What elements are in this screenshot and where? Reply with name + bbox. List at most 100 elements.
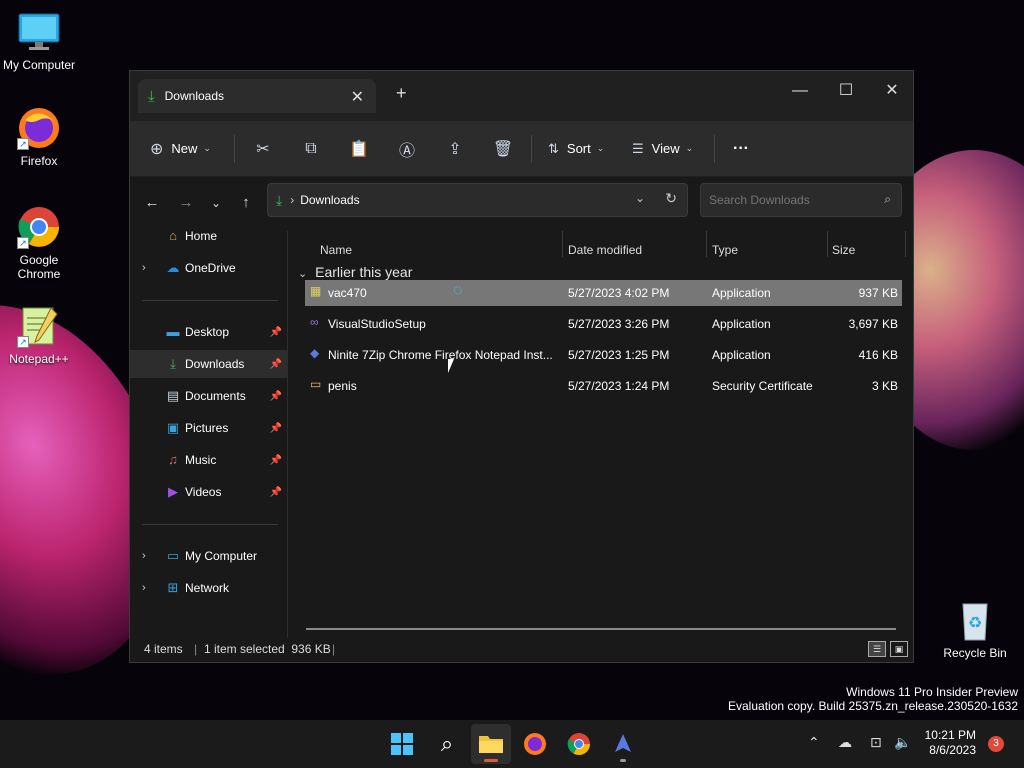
view-button[interactable]: ☰ View ⌄ [622,133,710,165]
svg-text:♻: ♻ [968,615,982,632]
view-lines-icon: ☰ [632,140,644,156]
minimize-button[interactable]: — [777,77,823,107]
volume-icon[interactable]: 🔈 [894,734,911,751]
sidebar-item-downloads[interactable]: ⤓ Downloads 📌 [130,350,288,378]
table-row[interactable]: ▭ penis 5/27/2023 1:24 PM Security Certi… [305,373,902,399]
column-divider[interactable] [905,231,906,257]
refresh-icon[interactable]: ↻ [665,190,677,207]
desktop-icon-firefox[interactable]: ↗ Firefox [1,106,77,168]
horizontal-scrollbar[interactable] [306,628,896,630]
download-icon: ⤓ [148,87,155,105]
large-icons-view-button[interactable]: ▣ [890,641,908,657]
maximize-button[interactable]: ☐ [823,77,869,107]
tab-downloads[interactable]: ⤓ Downloads ✕ [138,79,376,113]
start-button[interactable] [382,724,422,764]
forward-button[interactable]: → [174,191,198,215]
column-header-date[interactable]: Date modified [568,243,642,257]
desktop-icon: ▬ [166,324,180,339]
clipboard-icon: 📋 [349,140,369,158]
back-button[interactable]: ← [140,191,164,215]
desktop-icon-my-computer[interactable]: My Computer [1,10,77,72]
table-row[interactable]: ▦ vac470 ◌ 5/27/2023 4:02 PM Application… [305,280,902,306]
cut-button[interactable]: ✂ [239,133,287,165]
column-divider[interactable] [706,231,707,257]
group-header[interactable]: ⌄ Earlier this year [298,264,412,280]
rename-button[interactable]: Ⓐ [383,133,431,165]
sort-button[interactable]: ⇅ Sort ⌄ [536,133,622,165]
share-button[interactable]: ⇪ [431,133,479,165]
cloud-offline-icon[interactable]: ☁ [838,734,852,751]
new-tab-button[interactable]: + [396,83,407,104]
sidebar-item-pictures[interactable]: ▣ Pictures 📌 [130,414,288,442]
sidebar-item-home[interactable]: ⌂ Home [130,222,288,250]
taskbar-chrome[interactable] [559,724,599,764]
desktop-icon-notepadpp[interactable]: ↗ Notepad++ [1,304,77,366]
recycle-bin-icon: ♻ [953,598,997,642]
column-header-name[interactable]: Name [320,243,352,257]
chevron-down-icon: ⌄ [298,268,308,280]
copy-button[interactable]: ⧉ [287,133,335,165]
document-icon: ▤ [166,388,180,403]
monitor-icon: ▭ [166,548,180,563]
chevron-down-icon: ⌄ [203,143,211,153]
address-bar[interactable]: ⤓ › Downloads ⌄ ↻ [267,183,688,217]
search-icon[interactable]: ⌕ [884,192,891,207]
visual-studio-icon: ∞ [310,315,319,329]
taskbar-ninite[interactable] [603,724,643,764]
sidebar-item-network[interactable]: › ⊞ Network [130,574,288,602]
title-bar: ⤓ Downloads ✕ + — ☐ ✕ [130,71,913,121]
chevron-right-icon[interactable]: › [142,550,146,562]
table-row[interactable]: ∞ VisualStudioSetup 5/27/2023 3:26 PM Ap… [305,311,902,337]
search-input[interactable] [709,193,869,207]
new-button[interactable]: ⊕ New ⌄ [150,133,230,165]
up-button[interactable]: ↑ [234,191,258,215]
close-tab-icon[interactable]: ✕ [351,87,364,107]
chevron-right-icon[interactable]: › [142,582,146,594]
status-bar: 4 items | 1 item selected 936 KB | ☰ ▣ [130,636,913,662]
desktop-icon-google-chrome[interactable]: ↗ Google Chrome [1,205,77,281]
ninite-icon: ◆ [310,346,320,360]
search-box[interactable]: ⌕ [700,183,902,217]
pin-icon: 📌 [269,454,282,466]
search-button[interactable]: ⌕ [427,724,467,764]
details-view-button[interactable]: ☰ [868,641,886,657]
taskbar-file-explorer[interactable] [471,724,511,764]
see-more-button[interactable]: ··· [719,133,749,165]
sidebar-item-videos[interactable]: ▶ Videos 📌 [130,478,288,506]
sidebar-item-my-computer[interactable]: › ▭ My Computer [130,542,288,570]
sidebar-item-documents[interactable]: ▤ Documents 📌 [130,382,288,410]
sidebar-item-desktop[interactable]: ▬ Desktop 📌 [130,318,288,346]
pictures-icon: ▣ [166,420,180,435]
taskbar-firefox[interactable] [515,724,555,764]
clock[interactable]: 10:21 PM 8/6/2023 [925,728,976,758]
column-divider[interactable] [562,231,563,257]
delete-button[interactable]: 🗑 [479,133,527,165]
column-divider[interactable] [827,231,828,257]
videos-icon: ▶ [168,484,178,499]
chevron-right-icon[interactable]: › [142,262,146,274]
download-icon: ⤓ [276,191,283,208]
home-icon: ⌂ [169,228,177,243]
status-separator: | [332,642,336,656]
recent-locations-button[interactable]: ⌄ [204,191,228,215]
toolbar-divider [234,134,235,163]
paste-button[interactable]: 📋 [335,133,383,165]
file-list: Name Date modified Type Size ⌄ Earlier t… [290,231,913,638]
sidebar-item-music[interactable]: ♫ Music 📌 [130,446,288,474]
breadcrumb[interactable]: Downloads [300,193,359,207]
table-row[interactable]: ◆ Ninite 7Zip Chrome Firefox Notepad Ins… [305,342,902,368]
sidebar-item-onedrive[interactable]: › ☁ OneDrive [130,254,288,282]
close-window-button[interactable]: ✕ [869,77,915,107]
column-header-size[interactable]: Size [832,243,855,257]
file-explorer-window: ⤓ Downloads ✕ + — ☐ ✕ ⊕ New ⌄ ✂ ⧉ 📋 Ⓐ ⇪ … [129,70,914,663]
desktop-icon-recycle-bin[interactable]: ♻ Recycle Bin [937,598,1013,660]
scissors-icon: ✂ [256,140,270,158]
column-header-type[interactable]: Type [712,243,738,257]
network-icon[interactable]: ⊡ [870,734,882,751]
evaluation-watermark: Windows 11 Pro Insider Preview Evaluatio… [728,685,1018,713]
show-hidden-icons-button[interactable]: ⌃ [808,734,820,751]
notification-badge[interactable]: 3 [988,736,1004,752]
chevron-down-icon[interactable]: ⌄ [635,191,645,205]
download-icon: ⤓ [170,356,176,371]
copy-icon: ⧉ [305,139,317,157]
